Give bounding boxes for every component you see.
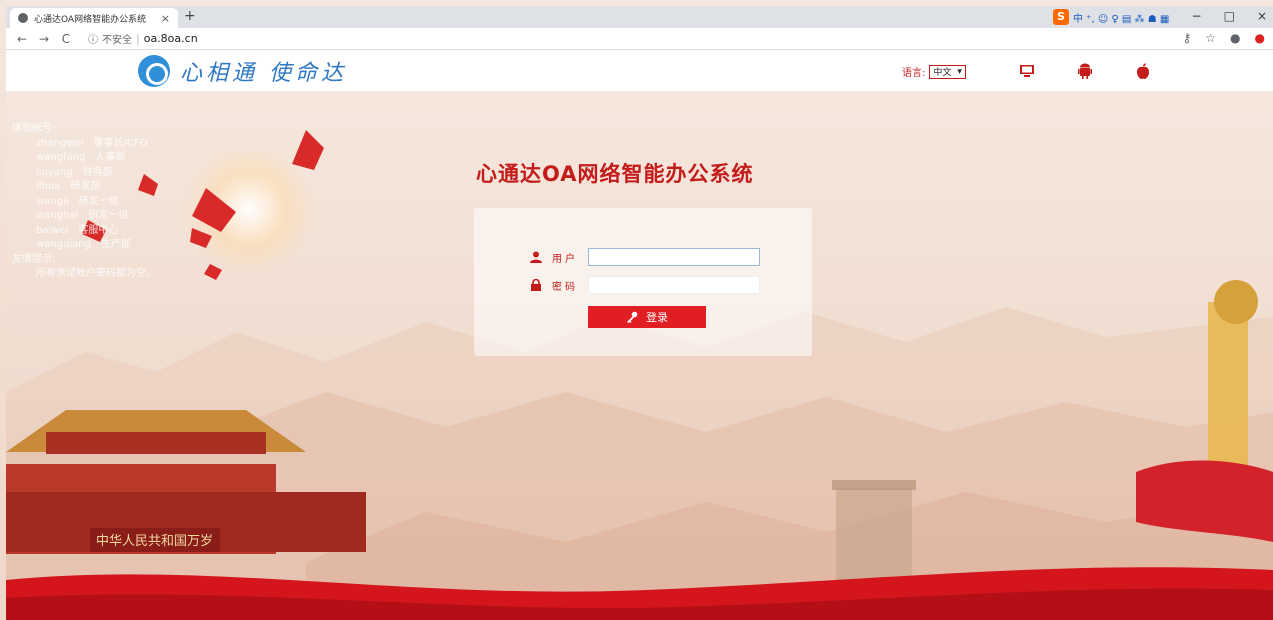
address-bar: ← → C ⓘ 不安全 | oa.8oa.cn ⚷ ☆ ● ● bbox=[6, 28, 1273, 50]
svg-text:中华人民共和国万岁: 中华人民共和国万岁 bbox=[96, 534, 213, 549]
login-button-label: 登录 bbox=[646, 311, 668, 324]
apple-icon[interactable] bbox=[1134, 62, 1152, 80]
ime-toolbar: S 中 ⁺, ☺ ♀ ▤ ⁂ ☗ ▦ bbox=[1053, 9, 1189, 25]
language-selector: 语言: 中文 ▾ bbox=[902, 64, 966, 79]
language-dropdown[interactable]: 中文 ▾ bbox=[929, 64, 966, 79]
logo-icon bbox=[138, 55, 170, 87]
back-icon[interactable]: ← bbox=[14, 32, 30, 46]
tab-close-icon[interactable]: × bbox=[161, 12, 170, 25]
hint-text: 所有测试帐户密码都为空。 bbox=[36, 268, 156, 279]
tab-title: 心通达OA网络智能办公系统 bbox=[34, 14, 147, 25]
omnibox[interactable]: ⓘ 不安全 | oa.8oa.cn bbox=[88, 31, 198, 46]
password-row: 密码 bbox=[530, 276, 760, 294]
forward-icon[interactable]: → bbox=[36, 32, 52, 46]
tab-bar: 心通达OA网络智能办公系统 × + S 中 ⁺, ☺ ♀ ▤ ⁂ ☗ ▦ − □… bbox=[6, 6, 1273, 28]
divider: | bbox=[136, 32, 140, 45]
account-row: wanghai 研发一组 bbox=[36, 210, 129, 221]
username-label: 用户 bbox=[552, 253, 578, 265]
key-icon[interactable]: ⚷ bbox=[1182, 31, 1191, 45]
account-row: liuyang 财务部 bbox=[36, 166, 113, 178]
favicon-icon bbox=[18, 13, 28, 23]
screen: 心通达OA网络智能办公系统 × + S 中 ⁺, ☺ ♀ ▤ ⁂ ☗ ▦ − □… bbox=[0, 0, 1273, 620]
security-label: 不安全 bbox=[102, 35, 132, 46]
password-label: 密码 bbox=[552, 281, 578, 293]
password-input[interactable] bbox=[588, 276, 760, 294]
account-row: wangqiang 生产部 bbox=[36, 239, 131, 250]
window-controls: − □ × bbox=[1192, 9, 1267, 23]
desktop-icon[interactable] bbox=[1018, 62, 1036, 80]
language-value: 中文 bbox=[933, 68, 952, 78]
account-row: baiwei 客服中心 bbox=[36, 224, 119, 236]
platform-downloads bbox=[1018, 62, 1152, 80]
username-row: 用户 bbox=[530, 248, 760, 266]
close-window-button[interactable]: × bbox=[1257, 9, 1267, 23]
maximize-button[interactable]: □ bbox=[1224, 9, 1235, 23]
browser-tab[interactable]: 心通达OA网络智能办公系统 × bbox=[10, 8, 178, 28]
account-row: wangfang 人事部 bbox=[36, 152, 126, 163]
extension-icon[interactable]: ● bbox=[1255, 31, 1265, 45]
red-ribbon bbox=[6, 567, 1273, 620]
lock-icon bbox=[531, 279, 541, 291]
toolbar-icons: ⚷ ☆ ● ● bbox=[1182, 31, 1265, 45]
site-header: 心相通 使命达 语言: 中文 ▾ bbox=[6, 50, 1273, 92]
star-icon[interactable]: ☆ bbox=[1205, 31, 1216, 45]
account-row: zhangwei 董事长/CFO bbox=[36, 137, 148, 149]
hint-heading: 友情提示: bbox=[12, 253, 56, 265]
account-row: wangli 研发一组 bbox=[36, 195, 119, 207]
url-text[interactable]: oa.8oa.cn bbox=[144, 32, 198, 45]
key-icon bbox=[627, 311, 638, 323]
minimize-button[interactable]: − bbox=[1192, 9, 1202, 23]
reload-icon[interactable]: C bbox=[58, 32, 74, 46]
accounts-heading: 体验帐号: bbox=[12, 123, 56, 134]
sogou-icon[interactable]: S bbox=[1053, 9, 1069, 25]
android-icon[interactable] bbox=[1076, 62, 1094, 80]
logo-slogan: 心相通 使命达 bbox=[180, 61, 347, 86]
new-tab-button[interactable]: + bbox=[184, 8, 196, 24]
test-accounts-panel: 体验帐号: zhangwei 董事长/CFO wangfang 人事部 liuyan… bbox=[12, 122, 156, 282]
username-input[interactable] bbox=[588, 248, 760, 266]
user-icon bbox=[530, 251, 542, 263]
login-button[interactable]: 登录 bbox=[588, 306, 706, 328]
profile-icon[interactable]: ● bbox=[1230, 31, 1240, 45]
chevron-down-icon: ▾ bbox=[957, 66, 962, 77]
login-form: 用户 密码 登录 bbox=[474, 208, 812, 356]
info-icon[interactable]: ⓘ bbox=[88, 31, 98, 46]
ime-tray-icons[interactable]: 中 ⁺, ☺ ♀ ▤ ⁂ ☗ ▦ bbox=[1073, 10, 1169, 25]
site-logo[interactable]: 心相通 使命达 bbox=[138, 55, 347, 87]
language-label: 语言: bbox=[902, 68, 926, 79]
system-title: 心通达OA网络智能办公系统 bbox=[476, 162, 754, 186]
account-row: lihua 研发部 bbox=[36, 181, 101, 192]
